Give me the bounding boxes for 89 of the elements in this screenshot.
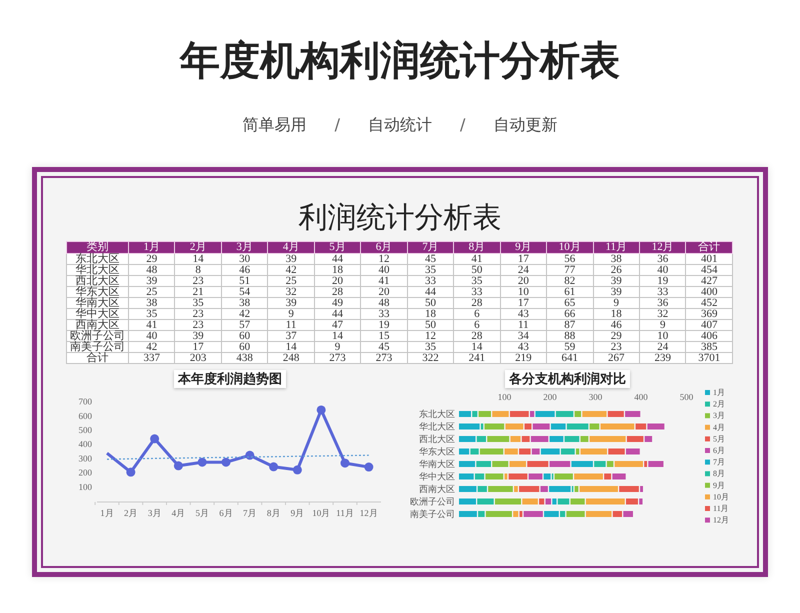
tagline-text: 简单易用 [242, 114, 307, 136]
table-cell: 南美子公司 [66, 342, 128, 352]
axis-label: 500 [78, 425, 92, 435]
data-point [292, 465, 302, 474]
data-point [222, 458, 230, 467]
data-point [150, 434, 160, 444]
axis-label: 华中大区 [419, 472, 455, 482]
axis-label: 700 [78, 396, 92, 407]
table-cell: 合计 [66, 352, 128, 364]
legend-label: 4月 [713, 422, 725, 432]
axis-label: 欧洲子公司 [410, 496, 455, 506]
column-header: 11月 [593, 242, 640, 254]
axis-label: 东北大区 [419, 409, 455, 419]
axis-label: 300 [588, 392, 602, 402]
axis-label: 200 [543, 392, 557, 402]
chart-title: 各分支机构利润对比 [505, 370, 630, 388]
legend-label: 1月 [713, 388, 725, 397]
table-cell: 华南大区 [66, 298, 128, 308]
axis-label: 7月 [243, 508, 257, 518]
table-cell: 华东大区 [66, 286, 128, 298]
axis-label: 6月 [219, 508, 233, 518]
column-header: 5月 [314, 242, 361, 254]
legend-label: 2月 [713, 400, 725, 409]
column-header: 12月 [639, 242, 686, 254]
axis-label: 华南大区 [419, 459, 455, 469]
tagline-text: 自动统计 [368, 114, 432, 136]
data-point [126, 468, 136, 477]
table-cell: 华北大区 [66, 264, 128, 276]
column-header: 9月 [500, 242, 547, 254]
data-point [198, 458, 207, 467]
axis-label: 3月 [148, 508, 162, 518]
axis-label: 300 [78, 453, 92, 464]
axis-label: 400 [634, 392, 648, 402]
legend-label: 10月 [713, 492, 729, 502]
axis-label: 南美子公司 [410, 509, 455, 519]
legend-label: 6月 [713, 446, 725, 455]
legend-label: 9月 [713, 480, 725, 490]
tagline-text: 自动更新 [493, 114, 558, 136]
axis-label: 2月 [124, 508, 138, 518]
column-header: 7月 [407, 242, 454, 254]
data-point [340, 458, 350, 468]
axis-label: 西南大区 [419, 484, 455, 494]
legend-label: 8月 [713, 469, 725, 478]
separator-slash: / [334, 114, 340, 136]
axis-label: 500 [680, 392, 694, 402]
axis-label: 华东大区 [419, 446, 455, 456]
chart-title: 本年度利润趋势图 [174, 370, 286, 388]
data-point [245, 450, 254, 460]
axis-label: 100 [498, 392, 512, 402]
column-header: 类别 [66, 242, 128, 254]
axis-label: 4月 [172, 508, 186, 518]
legend-label: 11月 [713, 504, 729, 513]
axis-label: 200 [78, 468, 92, 478]
page-title: 年度机构利润统计分析表 [178, 38, 621, 84]
column-header: 6月 [360, 242, 408, 254]
data-point [174, 461, 183, 470]
column-header: 3月 [221, 242, 268, 254]
axis-label: 12月 [360, 508, 378, 518]
axis-label: 9月 [290, 508, 304, 518]
axis-label: 1月 [100, 508, 114, 518]
table-cell: 西北大区 [66, 276, 128, 286]
report-title: 利润统计分析表 [298, 201, 502, 236]
axis-label: 8月 [266, 508, 280, 518]
axis-label: 10月 [312, 508, 330, 518]
axis-label: 600 [78, 410, 92, 421]
column-header: 8月 [454, 242, 500, 254]
data-point [364, 462, 374, 472]
axis-label: 西北大区 [419, 434, 455, 444]
axis-label: 400 [78, 439, 92, 450]
column-header: 10月 [546, 242, 594, 254]
column-header: 1月 [128, 242, 175, 254]
table-cell: 欧洲子公司 [66, 330, 128, 342]
legend-label: 5月 [713, 434, 725, 444]
table-cell: 西南大区 [66, 320, 128, 330]
axis-label: 100 [78, 482, 92, 492]
legend-label: 3月 [713, 411, 725, 420]
legend-label: 12月 [713, 516, 729, 525]
column-header: 2月 [174, 242, 222, 254]
legend-label: 7月 [713, 458, 725, 467]
column-header: 4月 [268, 242, 314, 254]
axis-label: 华北大区 [419, 422, 455, 432]
table-cell: 华中大区 [66, 308, 128, 320]
data-point [269, 462, 278, 472]
data-point [316, 405, 326, 414]
axis-label: 5月 [195, 508, 209, 518]
separator-slash: / [460, 114, 466, 136]
axis-label: 11月 [336, 508, 354, 518]
column-header: 合计 [686, 242, 732, 254]
table-cell: 东北大区 [66, 254, 128, 264]
